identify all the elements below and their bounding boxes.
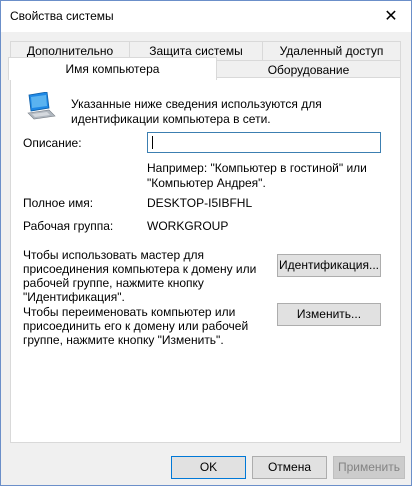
- computer-icon: [27, 92, 56, 120]
- text-caret: [152, 136, 153, 149]
- identify-text-line-2: присоединения компьютера к домену или: [23, 262, 257, 276]
- title-bar: Свойства системы ✕: [1, 1, 411, 32]
- cancel-button[interactable]: Отмена: [252, 456, 327, 479]
- tab-computer-name[interactable]: Имя компьютера: [8, 57, 217, 80]
- identify-text-line-3: рабочей группе, нажмите кнопку: [23, 276, 204, 290]
- identify-button[interactable]: Идентификация...: [277, 254, 381, 277]
- close-icon[interactable]: ✕: [380, 5, 402, 27]
- identify-text-line-1: Чтобы использовать мастер для: [23, 248, 204, 262]
- apply-button[interactable]: Применить: [333, 456, 405, 479]
- window-title: Свойства системы: [10, 9, 114, 23]
- description-hint-line-2: "Компьютер Андрея".: [147, 176, 266, 190]
- workgroup-value: WORKGROUP: [147, 219, 229, 233]
- computer-name-panel: Указанные ниже сведения используются для…: [10, 77, 401, 443]
- full-name-label: Полное имя:: [23, 196, 94, 210]
- workgroup-label: Рабочая группа:: [23, 219, 114, 233]
- description-hint-line-1: Например: "Компьютер в гостиной" или: [147, 161, 367, 175]
- system-properties-window: Свойства системы ✕ Дополнительно Защита …: [0, 0, 412, 486]
- rename-text-line-3: группе, нажмите кнопку "Изменить".: [23, 333, 224, 347]
- rename-button[interactable]: Изменить...: [277, 303, 381, 326]
- identify-text-line-4: "Идентификация".: [23, 290, 125, 304]
- tab-remote-access[interactable]: Удаленный доступ: [262, 41, 401, 60]
- rename-text-line-1: Чтобы переименовать компьютер или: [23, 305, 236, 319]
- description-input[interactable]: [147, 132, 381, 153]
- full-name-value: DESKTOP-I5IBFHL: [147, 196, 253, 210]
- info-text-line-1: Указанные ниже сведения используются для: [71, 97, 322, 111]
- info-text-line-2: идентификации компьютера в сети.: [71, 112, 271, 126]
- rename-text-line-2: присоединить его к домену или рабочей: [23, 319, 249, 333]
- ok-button[interactable]: OK: [171, 456, 246, 479]
- description-label: Описание:: [23, 136, 82, 150]
